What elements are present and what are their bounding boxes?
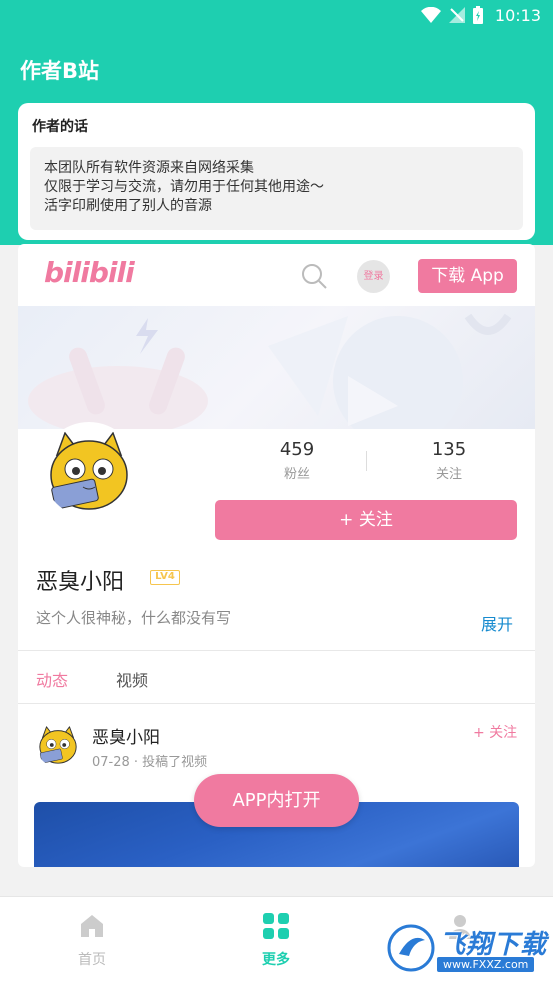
fans-stat[interactable]: 459 粉丝 [232, 439, 362, 482]
feed-follow-button[interactable]: + 关注 [473, 722, 517, 742]
search-icon[interactable] [300, 262, 328, 290]
following-label: 关注 [435, 467, 462, 482]
wifi-icon [421, 7, 441, 23]
fans-count: 459 [279, 439, 315, 460]
nav-home[interactable]: 首页 [42, 913, 142, 969]
battery-icon [473, 6, 483, 24]
following-stat[interactable]: 135 关注 [384, 439, 514, 482]
grid-icon [263, 913, 289, 939]
status-bar: 10:13 [0, 0, 553, 33]
profile-banner [18, 306, 535, 429]
notice-title: 作者的话 [32, 119, 88, 135]
notice-line: 本团队所有软件资源来自网络采集 [44, 160, 254, 176]
notice-line: 活字印刷使用了别人的音源 [44, 198, 212, 214]
page-title: 作者B站 [20, 59, 100, 83]
watermark: 飞翔下载 www.FXXZ.com [387, 918, 547, 976]
profile-bio: 这个人很神秘，什么都没有写 [36, 609, 232, 627]
signal-icon [449, 7, 465, 23]
profile-username: 恶臭小阳 [36, 570, 125, 595]
nav-home-label: 首页 [78, 952, 106, 968]
clock: 10:13 [494, 6, 541, 25]
nav-more[interactable]: 更多 [226, 913, 326, 969]
divider [18, 703, 535, 704]
expand-link[interactable]: 展开 [481, 611, 513, 635]
notice-body: 本团队所有软件资源来自网络采集 仅限于学习与交流，请勿用于任何其他用途～ 活字印… [30, 147, 523, 230]
follow-button[interactable]: + 关注 [215, 500, 517, 540]
watermark-logo-icon [387, 924, 435, 972]
login-button[interactable]: 登录 [357, 260, 390, 293]
divider [18, 650, 535, 651]
level-badge: LV4 [150, 570, 180, 585]
open-in-app-button[interactable]: APP内打开 [194, 774, 359, 827]
following-count: 135 [431, 439, 467, 460]
feed-meta: 07-28 · 投稿了视频 [92, 755, 208, 770]
download-app-button[interactable]: 下载 App [418, 259, 517, 293]
notice-card: 作者的话 本团队所有软件资源来自网络采集 仅限于学习与交流，请勿用于任何其他用途… [18, 103, 535, 240]
banner-art [28, 313, 512, 429]
notice-line: 仅限于学习与交流，请勿用于任何其他用途～ [44, 179, 324, 195]
tab-dynamic[interactable]: 动态 [36, 667, 68, 691]
tab-video[interactable]: 视频 [116, 667, 148, 691]
stats-divider [366, 451, 367, 471]
feed-username[interactable]: 恶臭小阳 [92, 723, 160, 748]
watermark-text: 飞翔下载 [439, 930, 548, 960]
profile-stats: 459 粉丝 135 关注 [218, 439, 518, 482]
feed-avatar[interactable] [36, 723, 80, 767]
bilibili-logo[interactable]: bilibili [44, 256, 135, 289]
nav-more-label: 更多 [262, 952, 290, 968]
profile-avatar[interactable] [40, 422, 138, 520]
watermark-url: www.FXXZ.com [437, 957, 535, 972]
home-icon [81, 915, 103, 937]
fans-label: 粉丝 [283, 467, 310, 482]
